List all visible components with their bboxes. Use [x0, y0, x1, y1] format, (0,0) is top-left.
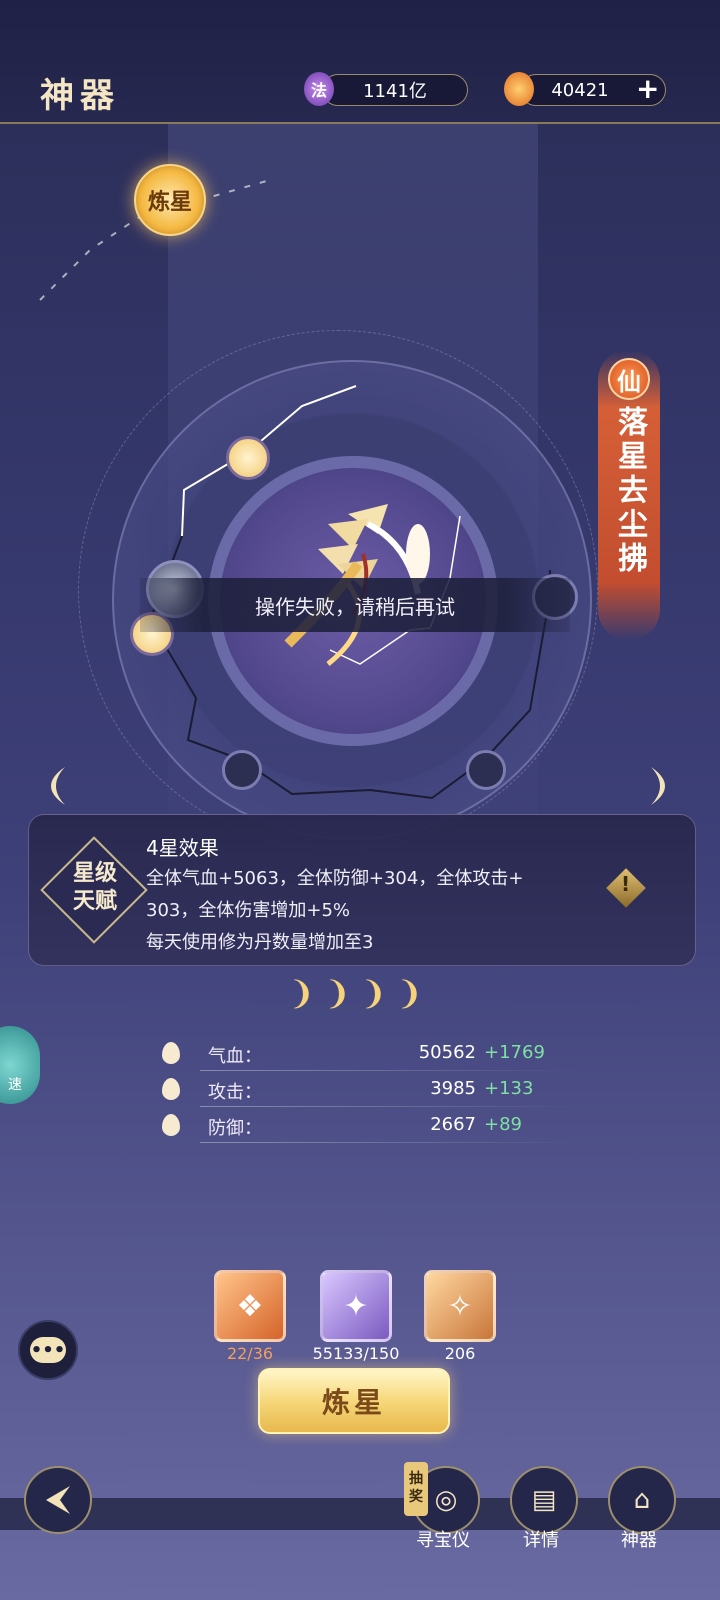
stat-divider	[200, 1070, 580, 1071]
back-button[interactable]	[24, 1466, 92, 1534]
refine-star-button[interactable]: 炼星	[258, 1368, 450, 1434]
material-slot[interactable]: ✦	[320, 1270, 392, 1342]
artifact-tab-button[interactable]: ⌂	[608, 1466, 676, 1534]
stat-bonus: +133	[484, 1078, 534, 1099]
resource-value: 40421	[551, 79, 609, 101]
chat-button[interactable]: •••	[18, 1320, 78, 1380]
stat-divider	[200, 1142, 580, 1143]
crystal-icon: ✦	[343, 1288, 369, 1324]
scroll-book-icon: ▤	[531, 1485, 557, 1515]
star-talent-badge: 星级 天赋	[60, 860, 130, 916]
dragon-charm-icon: ✧	[447, 1288, 473, 1324]
effect-line: 每天使用修为丹数量增加至3	[146, 932, 374, 953]
rarity-badge: 仙	[608, 358, 650, 400]
stat-label: 气血：	[208, 1046, 262, 1067]
exclamation-icon: !	[621, 872, 631, 896]
prev-artifact-button[interactable]	[16, 756, 76, 816]
add-gem-button[interactable]: +	[636, 72, 659, 105]
material-slot[interactable]: ✧	[424, 1270, 496, 1342]
material-count: 22/36	[226, 1344, 274, 1363]
artifact-name-banner: 仙 落星去尘拂	[598, 350, 660, 640]
material-count: 55133/150	[312, 1344, 400, 1363]
details-button[interactable]: ▤	[510, 1466, 578, 1534]
resource-pill-fa[interactable]: 1141亿	[322, 74, 468, 106]
material-slot[interactable]: ❖	[214, 1270, 286, 1342]
ore-icon: ❖	[236, 1288, 264, 1324]
stat-value: 3985	[430, 1078, 476, 1099]
flame-gem-icon	[504, 72, 534, 106]
chat-icon: •••	[30, 1337, 66, 1363]
stat-value: 50562	[418, 1042, 476, 1063]
nav-label-treasure: 寻宝仪	[416, 1530, 470, 1551]
star-crescent-icon: ❩	[360, 974, 387, 1012]
treasure-map-icon: ◎	[434, 1485, 458, 1515]
stat-value: 2667	[430, 1114, 476, 1135]
sword-icon	[162, 1078, 180, 1100]
material-count: 206	[444, 1344, 476, 1363]
stat-bonus: +1769	[484, 1042, 545, 1063]
back-arrow-icon	[46, 1486, 70, 1514]
pagoda-icon: ⌂	[633, 1485, 651, 1515]
effect-title: 4星效果	[146, 836, 219, 860]
star-crescent-icon: ❩	[324, 974, 351, 1012]
star-rating: ❩ ❩ ❩ ❩	[288, 976, 428, 1012]
badge-line: 星级	[72, 861, 117, 886]
star-node-locked[interactable]	[466, 750, 506, 790]
refine-star-label: 炼星	[147, 190, 192, 215]
stat-bonus: +89	[484, 1114, 522, 1135]
badge-line: 天赋	[72, 889, 117, 914]
speed-label: 速	[8, 1077, 22, 1093]
star-crescent-icon: ❩	[396, 974, 423, 1012]
stat-divider	[200, 1106, 580, 1107]
next-artifact-button[interactable]	[640, 756, 700, 816]
resource-value: 1141亿	[363, 81, 427, 102]
page-title: 神器	[40, 76, 120, 116]
refine-star-button-label: 炼星	[321, 1386, 386, 1419]
artifact-name: 落星去尘拂	[612, 406, 647, 576]
effect-line: 全体气血+5063，全体防御+304，全体攻击+	[146, 868, 524, 889]
blood-drop-icon	[162, 1042, 180, 1064]
arrow-right-icon	[651, 767, 665, 805]
stat-label: 防御：	[208, 1118, 262, 1139]
effect-line: 303，全体伤害增加+5%	[146, 900, 350, 921]
stat-label: 攻击：	[208, 1082, 262, 1103]
arrow-left-icon	[51, 767, 65, 805]
nav-label-artifact: 神器	[621, 1530, 657, 1551]
nav-label-details: 详情	[523, 1530, 559, 1551]
lottery-tag: 抽奖	[404, 1462, 428, 1516]
fa-essence-icon: 法	[304, 72, 334, 106]
shield-icon	[162, 1114, 180, 1136]
star-node-lit[interactable]	[226, 436, 270, 480]
star-crescent-icon: ❩	[288, 974, 315, 1012]
star-node-locked[interactable]	[222, 750, 262, 790]
refine-star-node[interactable]: 炼星	[134, 164, 206, 236]
toast-text: 操作失败，请稍后再试	[255, 594, 455, 619]
error-toast: 操作失败，请稍后再试	[140, 578, 570, 632]
